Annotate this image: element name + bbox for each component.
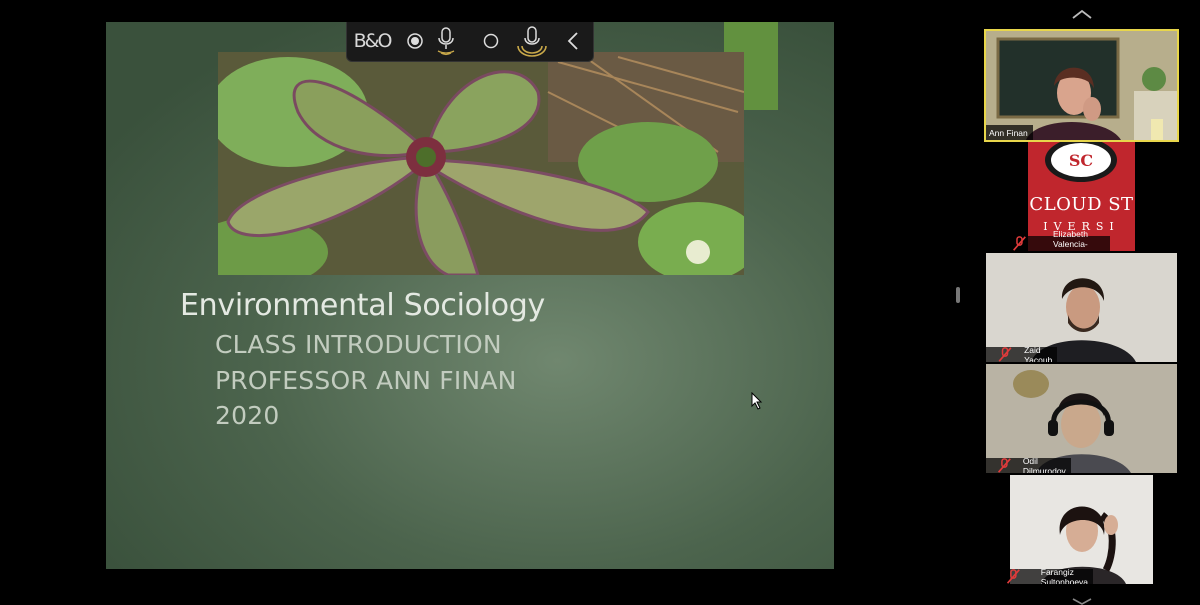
video-tile-odil-dilmurodov[interactable]: Odil Dilmurodov [986, 364, 1177, 473]
logo-text: CLOUD ST [1029, 194, 1134, 215]
participant-nameplate: Zaid Yacoub [986, 344, 1058, 363]
video-tile-zaid-yacoub[interactable]: Zaid Yacoub [986, 253, 1177, 362]
video-tile-ann-finan[interactable]: Ann Finan [984, 29, 1179, 142]
participant-name: Elizabeth Valencia-Borgert [1052, 228, 1088, 252]
muted-mic-icon [1013, 236, 1026, 251]
mouse-cursor-icon [751, 392, 763, 410]
record-dot-icon[interactable] [405, 22, 425, 60]
chevron-down-icon[interactable] [1070, 598, 1094, 605]
video-tile-elizabeth-valencia-borgert[interactable]: SC CLOUD ST IVERSI Elizabeth Valencia-Bo… [986, 142, 1177, 251]
video-tile-farangiz-sultonboeva[interactable]: Farangiz Sultonboeva [986, 475, 1177, 584]
participant-name: Farangiz Sultonboeva [1040, 566, 1089, 585]
slide-subtitle-line: 2020 [215, 401, 280, 430]
slide-photo-dogwood-leaves [218, 52, 744, 275]
record-circle-icon[interactable] [481, 22, 501, 60]
muted-mic-icon [998, 347, 1012, 362]
collapse-chevron-icon[interactable] [563, 22, 583, 60]
participant-nameplate: Ann Finan [986, 125, 1033, 140]
slide-subtitle-line: PROFESSOR ANN FINAN [215, 366, 517, 395]
participant-name: Ann Finan [989, 127, 1028, 138]
microphone-icon[interactable] [433, 22, 459, 60]
participant-nameplate: Farangiz Sultonboeva [986, 566, 1094, 585]
window-bottom-bar [0, 571, 955, 605]
shared-screen-area: Environmental Sociology CLASS INTRODUCTI… [0, 22, 955, 571]
participant-nameplate: Elizabeth Valencia-Borgert [986, 229, 1111, 251]
participant-nameplate: Odil Dilmurodov [986, 455, 1071, 474]
logo-monogram: SC [1069, 151, 1093, 170]
presentation-slide: Environmental Sociology CLASS INTRODUCTI… [106, 22, 834, 569]
slide-subtitle-line: CLASS INTRODUCTION [215, 330, 502, 359]
participant-name: Zaid Yacoub [1024, 344, 1053, 363]
chevron-up-icon[interactable] [1070, 8, 1094, 20]
floating-toolbar: B&O [346, 22, 594, 62]
panel-resize-handle[interactable] [956, 287, 960, 303]
slide-title: Environmental Sociology [180, 288, 545, 323]
muted-mic-icon [997, 458, 1011, 473]
muted-mic-icon [1006, 569, 1020, 584]
brand-logo: B&O [353, 30, 393, 52]
speaker-mic-icon[interactable] [513, 22, 551, 60]
participant-name: Odil Dilmurodov [1022, 455, 1066, 474]
